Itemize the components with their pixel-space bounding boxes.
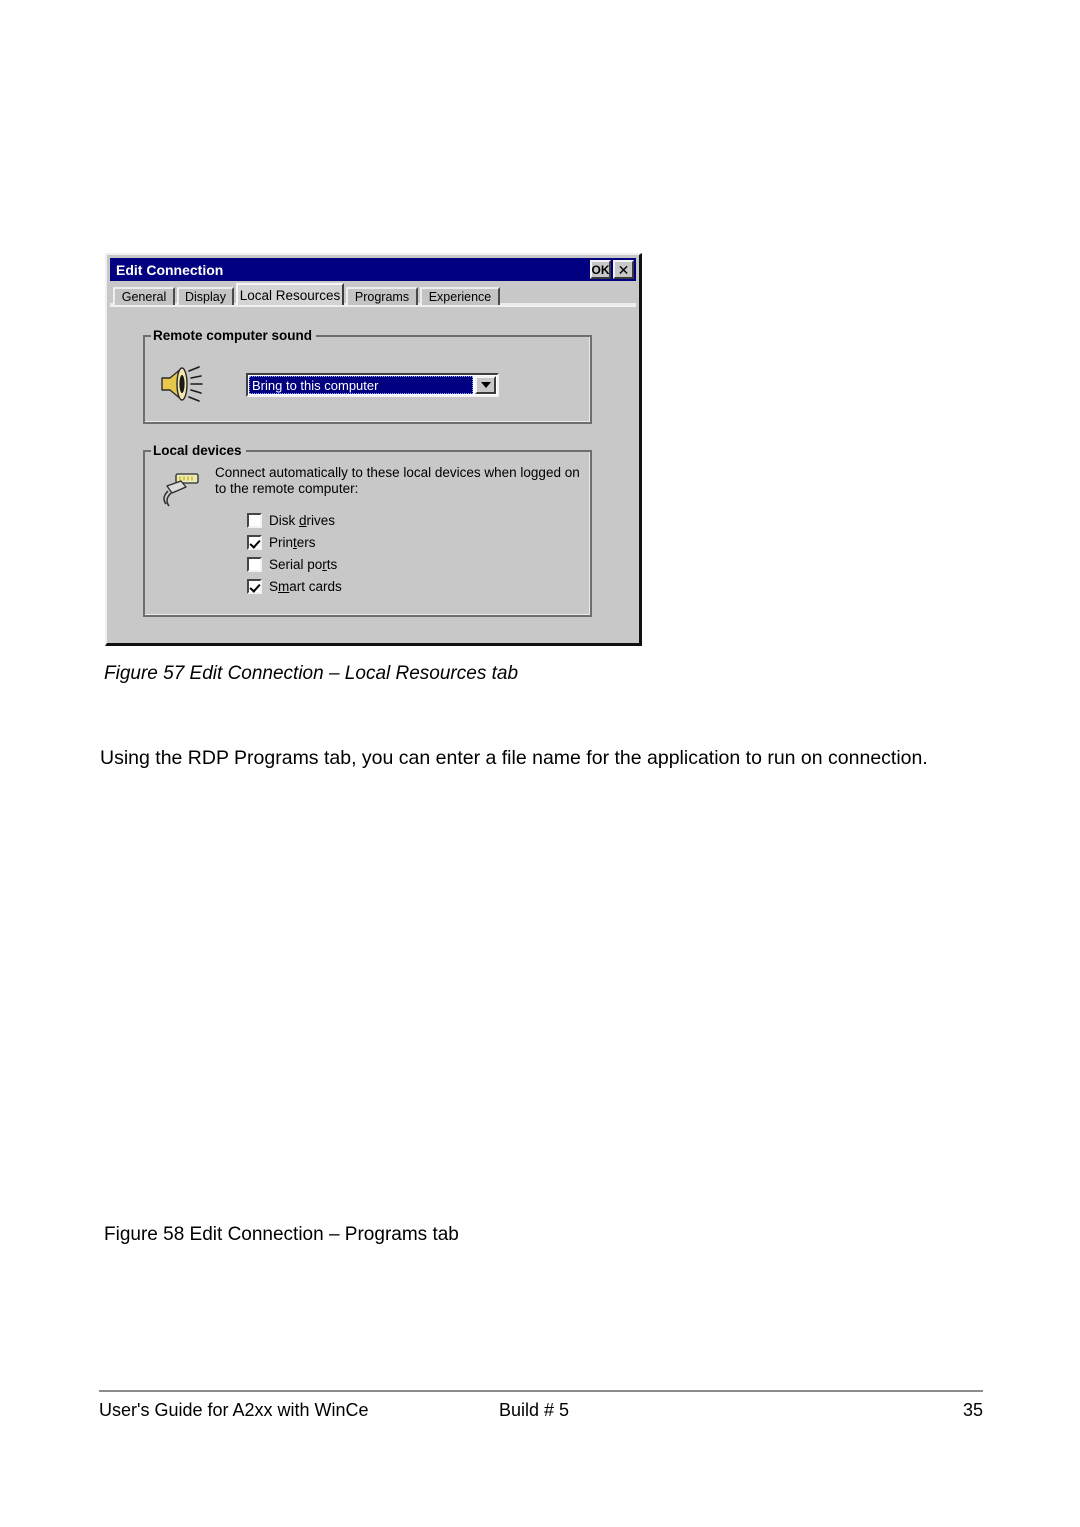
local-devices-checklist: Disk drives Printers Serial ports Smart … xyxy=(247,509,342,597)
group-title-sound: Remote computer sound xyxy=(151,328,317,343)
close-icon[interactable]: ✕ xyxy=(613,260,634,279)
tab-local-resources[interactable]: Local Resources xyxy=(236,283,344,305)
checkbox-label-printers: Printers xyxy=(269,534,316,550)
checkbox-label-smart-cards: Smart cards xyxy=(269,578,342,594)
checkbox-label-serial-ports: Serial ports xyxy=(269,556,338,572)
ok-button[interactable]: OK xyxy=(590,260,611,279)
footer-guide-title: User's Guide for A2xx with WinCe xyxy=(99,1400,369,1420)
sound-option-selected-value[interactable]: Bring to this computer xyxy=(249,376,473,394)
checkbox-row-disk-drives[interactable]: Disk drives xyxy=(247,509,342,531)
document-page: Edit Connection OK ✕ General Display Loc… xyxy=(0,0,1080,1527)
checkbox-printers[interactable] xyxy=(247,534,262,550)
checkbox-row-printers[interactable]: Printers xyxy=(247,531,342,553)
remote-computer-sound-group: Remote computer sound Bring to this comp… xyxy=(143,328,592,424)
group-title-devices: Local devices xyxy=(151,443,246,458)
figure-caption-58: Figure 58 Edit Connection – Programs tab xyxy=(104,1224,459,1245)
page-footer: User's Guide for A2xx with WinCe Build #… xyxy=(99,1400,983,1426)
tab-panel-local-resources: Remote computer sound Bring to this comp… xyxy=(110,305,636,640)
edit-connection-dialog: Edit Connection OK ✕ General Display Loc… xyxy=(105,253,642,646)
checkbox-smart-cards[interactable] xyxy=(247,578,262,594)
checkbox-row-serial-ports[interactable]: Serial ports xyxy=(247,553,342,575)
tab-general[interactable]: General xyxy=(113,287,175,305)
titlebar-buttons: OK ✕ xyxy=(590,260,636,279)
dialog-titlebar: Edit Connection OK ✕ xyxy=(110,258,636,281)
checkbox-serial-ports[interactable] xyxy=(247,556,262,572)
footer-divider xyxy=(99,1390,983,1392)
plug-icon xyxy=(163,473,199,507)
tab-display[interactable]: Display xyxy=(177,287,234,305)
checkbox-disk-drives[interactable] xyxy=(247,512,262,528)
local-devices-group: Local devices Connect automatically to t… xyxy=(143,443,592,617)
figure-caption-57: Figure 57 Edit Connection – Local Resour… xyxy=(104,663,519,684)
speaker-icon xyxy=(161,366,203,402)
local-devices-description: Connect automatically to these local dev… xyxy=(215,465,580,496)
checkbox-row-smart-cards[interactable]: Smart cards xyxy=(247,575,342,597)
tab-strip: General Display Local Resources Programs… xyxy=(110,283,636,305)
footer-page-number: 35 xyxy=(962,1400,983,1420)
chevron-down-icon xyxy=(480,382,491,388)
dialog-title: Edit Connection xyxy=(116,261,224,278)
tab-experience[interactable]: Experience xyxy=(420,287,500,305)
tab-programs[interactable]: Programs xyxy=(346,287,418,305)
body-paragraph: Using the RDP Programs tab, you can ente… xyxy=(100,747,928,769)
footer-build-number: Build # 5 xyxy=(499,1400,570,1420)
sound-option-combobox[interactable]: Bring to this computer xyxy=(246,373,499,397)
combobox-dropdown-button[interactable] xyxy=(475,376,496,394)
checkbox-label-disk-drives: Disk drives xyxy=(269,512,336,528)
